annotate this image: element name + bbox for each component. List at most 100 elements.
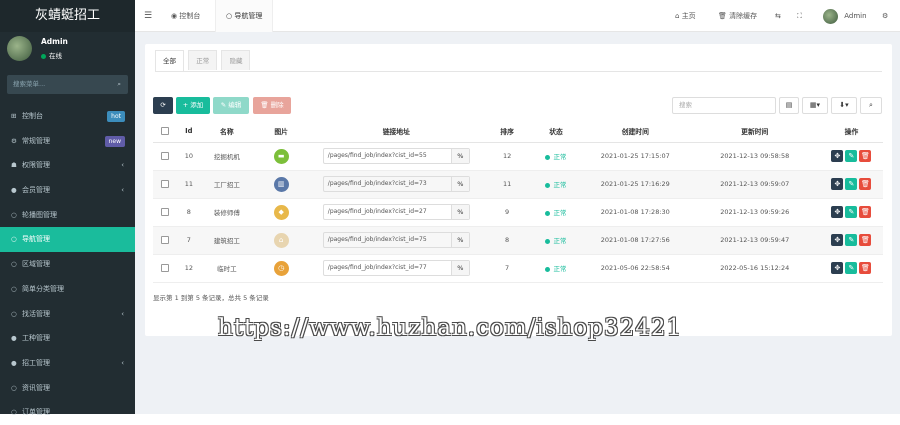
- menu-toggle-icon[interactable]: ☰: [144, 0, 152, 32]
- checkbox-icon[interactable]: [160, 208, 169, 216]
- delete-row-icon[interactable]: 🗑: [859, 178, 872, 190]
- edit-row-icon[interactable]: ✎: [845, 262, 858, 274]
- table-row[interactable]: 11 工厂招工 ▥/pages/find_job/index?cist_id=73%…: [153, 170, 883, 199]
- table-row[interactable]: 12 临时工 ◷ /pages/find_job/index?cist_id=77% 7…: [153, 254, 883, 283]
- cell-image: ◆: [252, 198, 310, 227]
- circle-icon: ○: [11, 210, 17, 219]
- nav-image-icon[interactable]: ⌂: [273, 232, 289, 248]
- sidebar-item-1[interactable]: ⚙ 常规管理 new: [0, 129, 135, 154]
- sidebar-item-3[interactable]: ● 会员管理 ‹: [0, 178, 135, 203]
- row-checkbox[interactable]: [153, 198, 177, 227]
- row-checkbox[interactable]: [153, 226, 177, 255]
- sidebar-item-10[interactable]: ● 招工管理 ‹: [0, 351, 135, 376]
- refresh-button[interactable]: ⟳: [153, 97, 173, 114]
- drag-sort-icon[interactable]: ✥: [831, 262, 844, 274]
- row-checkbox[interactable]: [153, 254, 177, 283]
- language-icon[interactable]: ⇆: [775, 0, 781, 32]
- nav-image-icon[interactable]: ◆: [273, 204, 289, 220]
- delete-row-icon[interactable]: 🗑: [859, 234, 872, 246]
- link-input-group[interactable]: /pages/find_job/index?cist_id=55%: [322, 148, 470, 164]
- edit-row-icon[interactable]: ✎: [845, 206, 858, 218]
- sidebar-item-11[interactable]: ○ 资讯管理: [0, 376, 135, 401]
- link-input-group[interactable]: /pages/find_job/index?cist_id=27%: [322, 204, 470, 220]
- delete-button[interactable]: 🗑 删除: [253, 97, 291, 114]
- edit-row-icon[interactable]: ✎: [845, 150, 858, 162]
- nav-image-icon[interactable]: ◷: [273, 260, 289, 276]
- edit-row-icon[interactable]: ✎: [845, 178, 858, 190]
- sidebar-item-6[interactable]: ○ 区域管理: [0, 252, 135, 277]
- delete-row-icon[interactable]: 🗑: [859, 262, 872, 274]
- delete-row-icon[interactable]: 🗑: [859, 206, 872, 218]
- sidebar-item-4[interactable]: ○ 轮播图管理: [0, 203, 135, 228]
- settings-gear-icon[interactable]: ⚙: [882, 0, 888, 32]
- edit-button[interactable]: ✎ 编辑: [213, 97, 249, 114]
- table-row[interactable]: 7 建筑招工 ⌂ /pages/find_job/index?cist_id=75% 8…: [153, 226, 883, 255]
- link-input[interactable]: /pages/find_job/index?cist_id=73: [324, 177, 451, 191]
- open-link-icon[interactable]: %: [450, 261, 469, 275]
- sidebar-item-8[interactable]: ○ 找活管理 ‹: [0, 302, 135, 327]
- tab-navigation[interactable]: ○ 导航管理: [215, 0, 274, 32]
- clear-cache-button[interactable]: 🗑 清除缓存: [718, 0, 757, 32]
- tab-all[interactable]: 全部: [155, 50, 184, 72]
- select-all-checkbox[interactable]: [153, 120, 177, 143]
- home-link[interactable]: ⌂ 主页: [675, 0, 696, 32]
- sidebar-item-5[interactable]: ○ 导航管理: [0, 227, 135, 253]
- checkbox-icon[interactable]: [160, 264, 169, 272]
- table-search-input[interactable]: 搜索: [672, 97, 776, 114]
- search-icon[interactable]: ⌕: [117, 75, 121, 94]
- checkbox-icon[interactable]: [160, 126, 169, 135]
- online-dot-icon: [41, 53, 46, 59]
- sidebar-item-0[interactable]: ⊞ 控制台 hot: [0, 104, 135, 129]
- open-link-icon[interactable]: %: [450, 149, 469, 163]
- link-input[interactable]: /pages/find_job/index?cist_id=27: [324, 205, 451, 219]
- tab-hidden[interactable]: 隐藏: [221, 50, 251, 70]
- checkbox-icon[interactable]: [160, 236, 169, 244]
- toggle-view-icon[interactable]: ▤: [779, 97, 799, 114]
- table-row[interactable]: 10 挖掘机机 ▬ /pages/find_job/index?cist_id=55%…: [153, 142, 883, 171]
- group-icon: ☗: [11, 161, 17, 170]
- cell-created: 2021-05-06 22:58:54: [580, 254, 690, 283]
- link-input-group[interactable]: /pages/find_job/index?cist_id=75%: [322, 232, 470, 248]
- table-row[interactable]: 8 装修师傅 ◆ /pages/find_job/index?cist_id=27% 9…: [153, 198, 883, 227]
- drag-sort-icon[interactable]: ✥: [831, 150, 844, 162]
- open-link-icon[interactable]: %: [450, 205, 469, 219]
- tab-dashboard[interactable]: ◉ 控制台: [171, 0, 200, 32]
- export-icon[interactable]: ⬇▾: [831, 97, 857, 114]
- sidebar-item-12[interactable]: ○ 订单管理: [0, 400, 135, 425]
- fullscreen-icon[interactable]: ⛶: [797, 0, 802, 32]
- circle-icon: ○: [11, 309, 17, 318]
- link-input[interactable]: /pages/find_job/index?cist_id=75: [324, 233, 451, 247]
- link-input-group[interactable]: /pages/find_job/index?cist_id=77%: [322, 260, 470, 276]
- status-dot-icon: [545, 182, 551, 188]
- delete-row-icon[interactable]: 🗑: [859, 150, 872, 162]
- link-input-group[interactable]: /pages/find_job/index?cist_id=73%: [322, 176, 470, 192]
- checkbox-icon[interactable]: [160, 180, 169, 188]
- advanced-search-icon[interactable]: ⌕: [860, 97, 882, 114]
- checkbox-icon[interactable]: [160, 152, 169, 160]
- open-link-icon[interactable]: %: [450, 233, 469, 247]
- edit-row-icon[interactable]: ✎: [845, 234, 858, 246]
- sidebar-item-7[interactable]: ○ 简单分类管理: [0, 277, 135, 302]
- row-checkbox[interactable]: [153, 170, 177, 199]
- drag-sort-icon[interactable]: ✥: [831, 206, 844, 218]
- status-text: 正常: [553, 265, 567, 273]
- sidebar-item-2[interactable]: ☗ 权限管理 ‹: [0, 153, 135, 178]
- row-checkbox[interactable]: [153, 142, 177, 171]
- link-input[interactable]: /pages/find_job/index?cist_id=55: [324, 149, 451, 163]
- sidebar: 灰蜻蜓招工 Admin 在线 搜索菜单... ⌕ ⊞ 控制台 hot ⚙ 常规管理 new…: [0, 0, 135, 416]
- drag-sort-icon[interactable]: ✥: [831, 234, 844, 246]
- app-brand[interactable]: 灰蜻蜓招工: [0, 0, 135, 32]
- sidebar-item-9[interactable]: ● 工种管理: [0, 326, 135, 351]
- tab-normal[interactable]: 正常: [188, 50, 218, 70]
- trash-icon: 🗑: [718, 12, 727, 20]
- open-link-icon[interactable]: %: [450, 177, 469, 191]
- nav-image-icon[interactable]: ▬: [273, 148, 289, 164]
- add-button[interactable]: + 添加: [176, 97, 210, 114]
- nav-image-icon[interactable]: ▥: [273, 176, 289, 192]
- user-menu[interactable]: Admin: [823, 0, 867, 32]
- drag-sort-icon[interactable]: ✥: [831, 178, 844, 190]
- columns-icon[interactable]: ▦▾: [802, 97, 828, 114]
- link-input[interactable]: /pages/find_job/index?cist_id=77: [324, 261, 451, 275]
- sidebar-search-input[interactable]: 搜索菜单... ⌕: [7, 75, 128, 94]
- cell-sort: 7: [483, 254, 531, 283]
